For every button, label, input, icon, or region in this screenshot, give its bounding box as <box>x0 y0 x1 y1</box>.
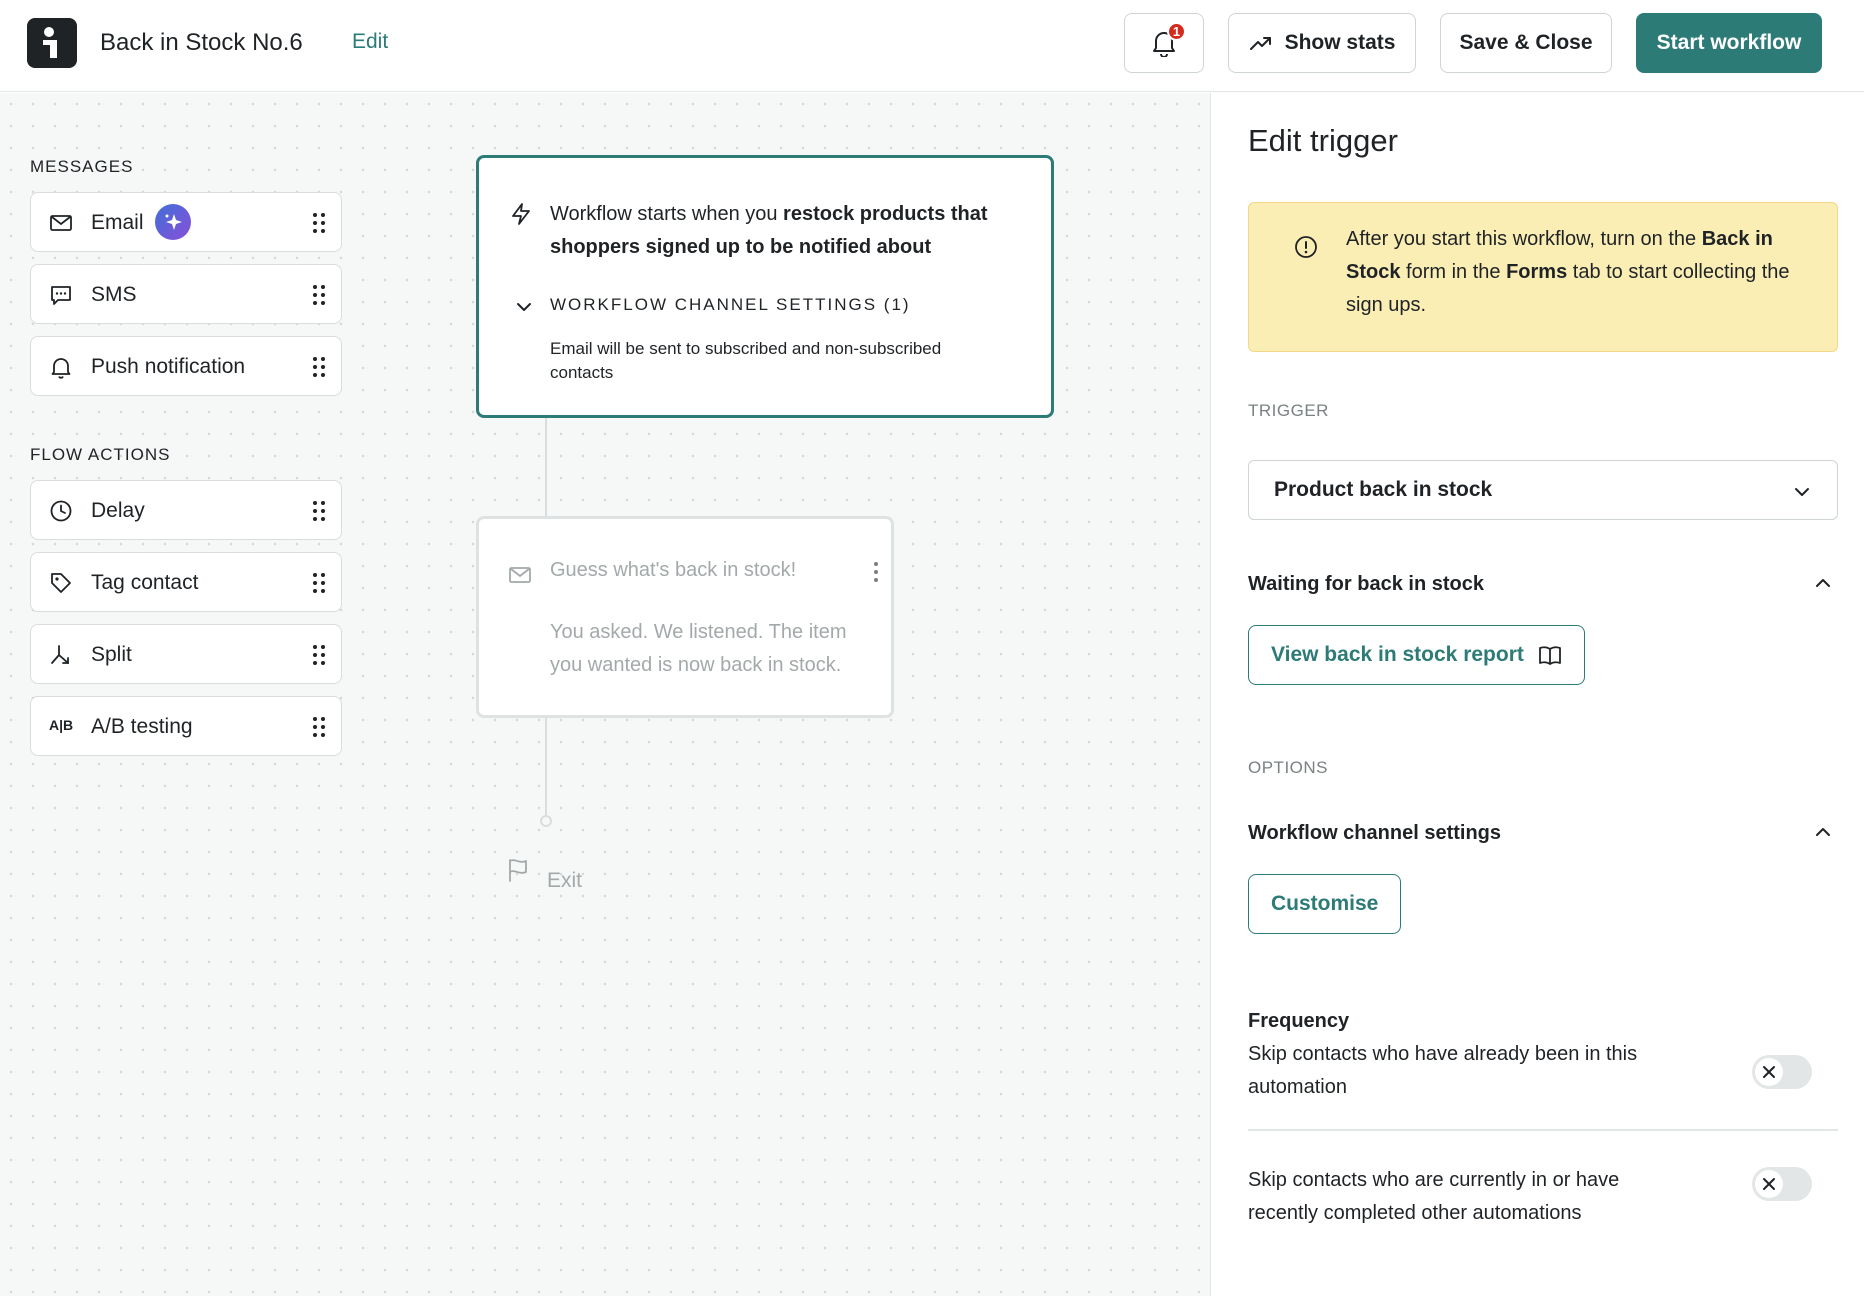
palette-item-label: Email <box>91 211 144 234</box>
split-icon <box>51 645 69 664</box>
exit-label: Exit <box>547 869 583 892</box>
chat-icon <box>51 286 71 305</box>
more-options-icon[interactable] <box>872 561 880 583</box>
channel-settings-heading: Workflow channel settings <box>1248 822 1501 844</box>
trend-up-icon <box>1249 37 1271 50</box>
logo-icon <box>43 27 57 58</box>
channel-settings-accordion-header[interactable]: Workflow channel settings <box>1248 822 1838 852</box>
edit-title-link[interactable]: Edit <box>352 30 388 54</box>
palette-item-label: Split <box>91 643 132 666</box>
flow-actions-heading: FLOW ACTIONS <box>30 445 171 464</box>
drag-handle-icon[interactable] <box>311 283 327 307</box>
drag-handle-icon[interactable] <box>311 643 327 667</box>
trigger-select-value: Product back in stock <box>1274 478 1493 501</box>
message-preview: You asked. We listened. The item you wan… <box>550 621 847 676</box>
ai-sparkle-icon <box>155 204 191 240</box>
palette-item-split[interactable]: Split <box>30 624 342 684</box>
top-bar: Back in Stock No.6 Edit 1 Show stats Sav… <box>0 0 1864 92</box>
ab-icon: A|B <box>49 717 74 733</box>
toggle-knob <box>1755 1058 1783 1086</box>
palette-item-tag-contact[interactable]: Tag contact <box>30 552 342 612</box>
waiting-heading: Waiting for back in stock <box>1248 573 1484 595</box>
email-message-node[interactable]: Guess what's back in stock! You asked. W… <box>476 516 894 718</box>
palette-item-push-notification[interactable]: Push notification <box>30 336 342 396</box>
drag-handle-icon[interactable] <box>311 355 327 379</box>
show-stats-button[interactable]: Show stats <box>1228 13 1416 73</box>
trigger-select[interactable]: Product back in stock <box>1248 460 1838 520</box>
drag-handle-icon[interactable] <box>311 211 327 235</box>
palette-item-sms[interactable]: SMS <box>30 264 342 324</box>
start-workflow-button[interactable]: Start workflow <box>1636 13 1822 73</box>
show-stats-label: Show stats <box>1284 31 1396 54</box>
palette-item-label: Tag contact <box>91 571 199 594</box>
divider <box>1248 1129 1838 1131</box>
chevron-down-icon[interactable] <box>515 298 533 316</box>
waiting-accordion-header[interactable]: Waiting for back in stock <box>1248 573 1838 603</box>
toggle-knob <box>1755 1170 1783 1198</box>
palette-item-delay[interactable]: Delay <box>30 480 342 540</box>
workflow-canvas[interactable]: MESSAGES Email SMS Push notification FLO… <box>0 93 1210 1296</box>
chevron-up-icon <box>1816 828 1830 836</box>
palette-item-label: A/B testing <box>91 715 193 738</box>
connector-line <box>545 418 547 516</box>
skip-already-toggle[interactable] <box>1752 1055 1812 1089</box>
view-report-button[interactable]: View back in stock report <box>1248 625 1585 685</box>
drag-handle-icon[interactable] <box>311 499 327 523</box>
skip-other-text: Skip contacts who are currently in or ha… <box>1248 1169 1620 1224</box>
lightning-icon <box>512 203 530 225</box>
info-icon <box>1295 236 1317 258</box>
palette-item-label: SMS <box>91 283 137 306</box>
mail-icon <box>50 215 72 231</box>
drag-handle-icon[interactable] <box>311 715 327 739</box>
mail-icon <box>509 567 531 583</box>
palette-item-ab-testing[interactable]: A|B A/B testing <box>30 696 342 756</box>
options-section-label: OPTIONS <box>1248 758 1329 777</box>
bell-icon <box>51 358 71 379</box>
messages-heading: MESSAGES <box>30 157 134 176</box>
channel-settings-title[interactable]: WORKFLOW CHANNEL SETTINGS (1) <box>550 295 911 315</box>
view-report-label: View back in stock report <box>1271 643 1524 666</box>
channel-settings-description: Email will be sent to subscribed and non… <box>550 339 942 382</box>
chevron-down-icon <box>1795 488 1809 496</box>
info-notice: After you start this workflow, turn on t… <box>1248 202 1838 352</box>
save-close-button[interactable]: Save & Close <box>1440 13 1612 73</box>
app-logo[interactable] <box>27 18 77 68</box>
close-icon <box>1763 1066 1775 1078</box>
trigger-node[interactable]: Workflow starts when you restock product… <box>476 155 1054 418</box>
chevron-up-icon <box>1816 579 1830 587</box>
close-icon <box>1763 1178 1775 1190</box>
palette-item-email[interactable]: Email <box>30 192 342 252</box>
tag-icon <box>51 573 71 593</box>
notice-text: After you start this workflow, turn on t… <box>1346 228 1790 316</box>
customise-button[interactable]: Customise <box>1248 874 1402 934</box>
book-icon <box>1538 646 1561 665</box>
notifications-button[interactable]: 1 <box>1124 13 1204 73</box>
frequency-heading: Frequency <box>1248 1010 1350 1032</box>
edit-trigger-panel: Edit trigger After you start this workfl… <box>1210 93 1864 1296</box>
skip-other-toggle[interactable] <box>1752 1167 1812 1201</box>
message-subject: Guess what's back in stock! <box>550 559 797 581</box>
flag-icon <box>509 859 527 882</box>
trigger-description: Workflow starts when you restock product… <box>550 203 988 258</box>
connector-line <box>545 718 547 815</box>
connector-end-dot <box>540 815 552 827</box>
skip-already-text: Skip contacts who have already been in t… <box>1248 1043 1638 1098</box>
panel-title: Edit trigger <box>1248 123 1398 158</box>
palette-item-label: Push notification <box>91 355 246 378</box>
workflow-title: Back in Stock No.6 <box>100 29 303 56</box>
clock-icon <box>50 500 72 522</box>
trigger-section-label: TRIGGER <box>1248 401 1329 420</box>
palette-item-label: Delay <box>91 499 145 522</box>
notification-badge: 1 <box>1167 22 1186 41</box>
drag-handle-icon[interactable] <box>311 571 327 595</box>
